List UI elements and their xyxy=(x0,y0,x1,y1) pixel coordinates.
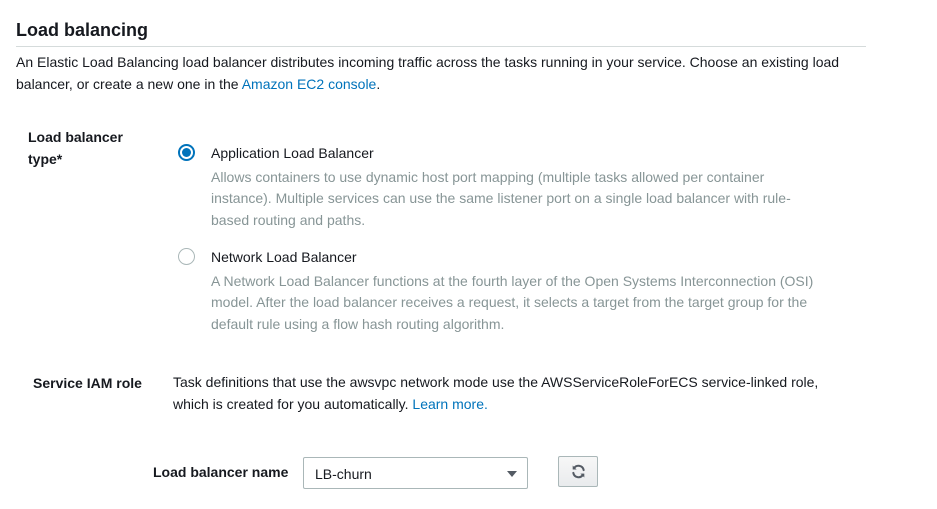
section-description-suffix: . xyxy=(376,75,381,92)
lb-name-select-value: LB-churn xyxy=(315,466,372,482)
radio-description-network-lb: A Network Load Balancer functions at the… xyxy=(211,273,814,332)
refresh-button[interactable] xyxy=(558,456,598,487)
radio-application-lb[interactable] xyxy=(178,144,195,161)
refresh-icon xyxy=(572,464,585,479)
radio-title-application-lb[interactable]: Application Load Balancer xyxy=(211,143,374,163)
section-divider xyxy=(16,46,866,47)
iam-role-description: Task definitions that use the awsvpc net… xyxy=(173,372,853,415)
iam-role-text: Task definitions that use the awsvpc net… xyxy=(173,374,819,412)
radio-title-network-lb[interactable]: Network Load Balancer xyxy=(211,247,357,267)
radio-description-application-lb: Allows containers to use dynamic host po… xyxy=(211,169,791,228)
ec2-console-link[interactable]: Amazon EC2 console xyxy=(242,76,377,92)
caret-down-icon xyxy=(507,471,517,477)
section-description-text: An Elastic Load Balancing load balancer … xyxy=(16,54,840,92)
radio-network-lb[interactable] xyxy=(178,248,195,265)
section-title: Load balancing xyxy=(16,20,149,40)
lb-type-label: Load balancer type* xyxy=(28,129,123,167)
lb-name-select[interactable]: LB-churn xyxy=(303,457,528,489)
iam-role-label: Service IAM role xyxy=(33,375,142,391)
lb-name-label: Load balancer name xyxy=(153,464,289,480)
learn-more-link[interactable]: Learn more. xyxy=(412,396,487,412)
section-description: An Elastic Load Balancing load balancer … xyxy=(16,52,866,95)
